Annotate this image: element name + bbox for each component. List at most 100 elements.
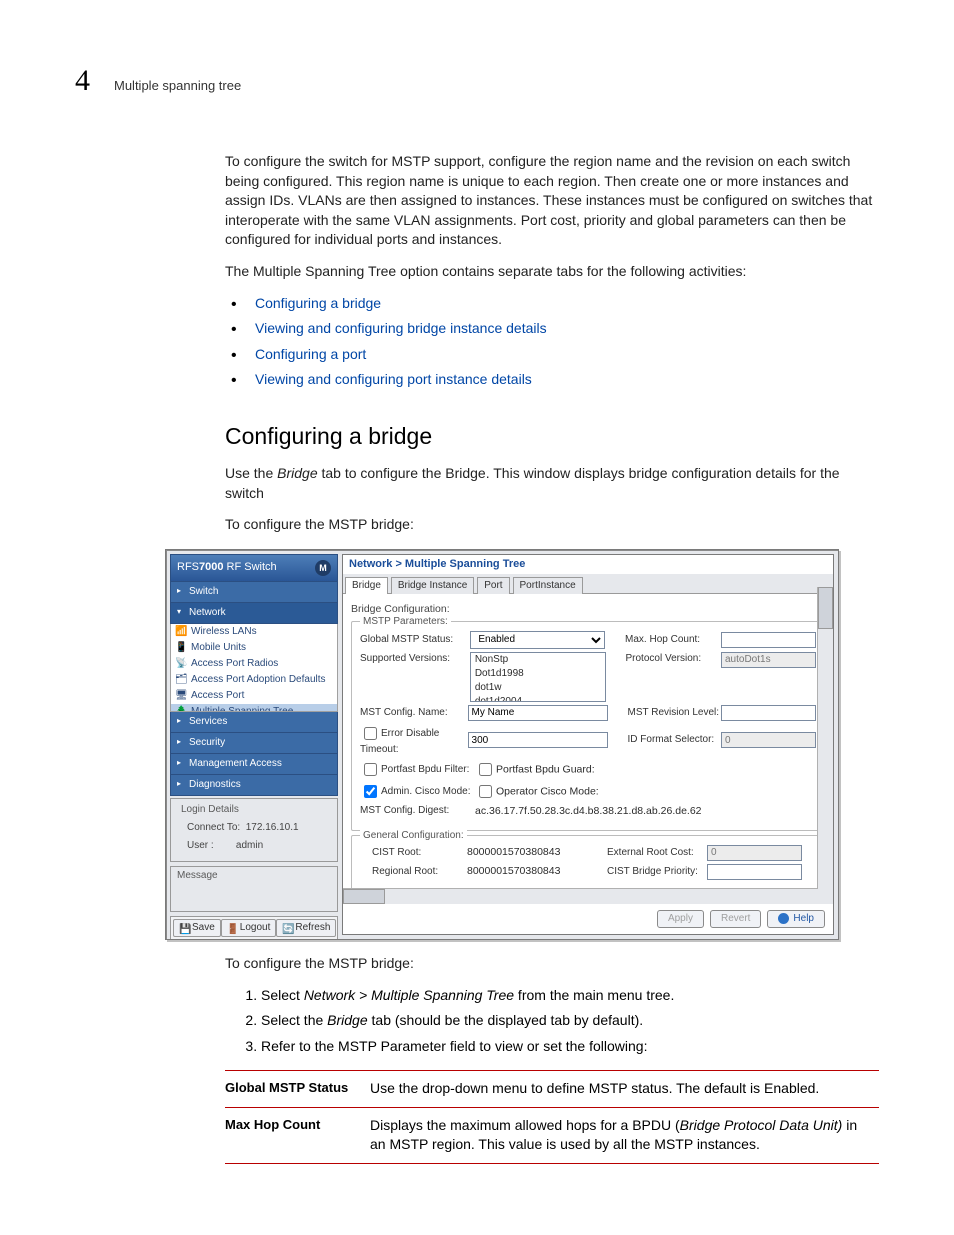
logout-icon: 🚪 (227, 923, 237, 933)
table-row: Global MSTP Status Use the drop-down men… (225, 1071, 879, 1108)
refresh-button[interactable]: 🔄Refresh (276, 919, 336, 937)
param-desc: Displays the maximum allowed hops for a … (370, 1107, 879, 1163)
table-row: Max Hop Count Displays the maximum allow… (225, 1107, 879, 1163)
list-item: Viewing and configuring bridge instance … (225, 319, 879, 339)
label-cist-bridge-priority: CIST Bridge Priority: (607, 865, 707, 879)
nav-services[interactable]: Services (170, 712, 338, 733)
nav-diagnostics[interactable]: Diagnostics (170, 775, 338, 796)
help-button[interactable]: Help (767, 910, 825, 928)
content-column: To configure the switch for MSTP support… (225, 152, 879, 1164)
label-oper-cisco: Operator Cisco Mode: (475, 782, 635, 801)
logout-button[interactable]: 🚪Logout (221, 919, 277, 937)
chapter-number: 4 (75, 60, 90, 102)
portfast-filter-checkbox[interactable] (364, 763, 377, 776)
error-disable-checkbox[interactable] (364, 727, 377, 740)
tree-icon: 🗂 (175, 673, 186, 684)
label-error-disable: Error Disable Timeout: (360, 724, 468, 757)
form-button-row: Apply Revert Help (657, 910, 825, 928)
list-item: Configuring a bridge (225, 294, 879, 314)
tree-item-adoption-defaults[interactable]: 🗂Access Port Adoption Defaults (171, 672, 337, 688)
tree-icon: 🖥 (175, 689, 186, 700)
tab-port-instance[interactable]: PortInstance (513, 577, 583, 594)
login-title: Login Details (177, 803, 331, 817)
error-disable-input[interactable] (468, 732, 608, 748)
mst-revision-input[interactable] (721, 705, 816, 721)
link-configuring-port[interactable]: Configuring a port (255, 346, 366, 362)
intro-paragraph-1: To configure the switch for MSTP support… (225, 152, 879, 250)
section-p2: To configure the MSTP bridge: (225, 515, 879, 535)
tab-bridge[interactable]: Bridge (345, 577, 388, 594)
refresh-icon: 🔄 (282, 923, 292, 933)
label-mst-config-name: MST Config. Name: (360, 706, 468, 720)
after-image-p1: To configure the MSTP bridge: (225, 954, 879, 974)
antenna-icon: 📡 (175, 657, 186, 668)
nav-management[interactable]: Management Access (170, 754, 338, 775)
nav-security[interactable]: Security (170, 733, 338, 754)
portfast-guard-checkbox[interactable] (479, 763, 492, 776)
vertical-scrollbar[interactable] (817, 587, 833, 904)
nav-tree[interactable]: 📶Wireless LANs 📱Mobile Units 📡Access Por… (170, 624, 338, 712)
label-mst-revision: MST Revision Level: (628, 706, 721, 720)
link-port-instance[interactable]: Viewing and configuring port instance de… (255, 371, 532, 387)
list-item: Viewing and configuring port instance de… (225, 370, 879, 390)
tab-bridge-instance[interactable]: Bridge Instance (391, 577, 475, 594)
tab-port[interactable]: Port (477, 577, 509, 594)
link-bridge-instance[interactable]: Viewing and configuring bridge instance … (255, 320, 547, 336)
label-portfast-guard: Portfast Bpdu Guard: (475, 760, 615, 779)
link-configuring-bridge[interactable]: Configuring a bridge (255, 295, 381, 311)
nav-network[interactable]: Network (170, 603, 338, 624)
label-id-format: ID Format Selector: (628, 733, 721, 747)
label-max-hop: Max. Hop Count: (625, 633, 721, 647)
admin-cisco-checkbox[interactable] (364, 785, 377, 798)
login-details-panel: Login Details Connect To: 172.16.10.1 Us… (170, 798, 338, 862)
message-title: Message (171, 867, 337, 885)
mst-digest-value: ac.36.17.7f.50.28.3c.d4.b8.38.21.d8.ab.2… (475, 804, 702, 819)
max-hop-input[interactable] (721, 632, 816, 648)
disk-icon: 💾 (179, 923, 189, 933)
revert-button[interactable]: Revert (710, 910, 761, 928)
save-button[interactable]: 💾Save (173, 919, 221, 937)
regional-root-value: 8000001570380843 (467, 864, 587, 879)
cist-bridge-priority-input[interactable] (707, 864, 802, 880)
supported-versions-list[interactable]: NonStp Dot1d1998 dot1w dot1d2004 (470, 652, 606, 702)
chapter-title: Multiple spanning tree (114, 77, 241, 95)
message-panel: Message (170, 866, 338, 912)
label-supported-versions: Supported Versions: (360, 652, 470, 666)
param-name: Global MSTP Status (225, 1071, 370, 1108)
general-configuration-fieldset: General Configuration: CIST Root: 800000… (351, 835, 825, 892)
tree-item-access-port[interactable]: 🖥Access Port (171, 688, 337, 704)
tree-item-mst[interactable]: 🌲Multiple Spanning Tree (171, 704, 337, 712)
help-icon (778, 913, 789, 924)
tree-item-wireless-lans[interactable]: 📶Wireless LANs (171, 624, 337, 640)
intro-paragraph-2: The Multiple Spanning Tree option contai… (225, 262, 879, 282)
external-root-cost-field (707, 845, 802, 861)
tree-icon: 📱 (175, 641, 186, 652)
horizontal-scrollbar[interactable] (343, 888, 818, 904)
label-external-root-cost: External Root Cost: (607, 846, 707, 860)
tree-item-mobile-units[interactable]: 📱Mobile Units (171, 640, 337, 656)
nav-switch[interactable]: Switch (170, 582, 338, 603)
oper-cisco-checkbox[interactable] (479, 785, 492, 798)
step-1: Select Network > Multiple Spanning Tree … (261, 986, 879, 1006)
param-name: Max Hop Count (225, 1107, 370, 1163)
global-status-select[interactable]: Enabled (470, 631, 605, 649)
label-cist-root: CIST Root: (372, 846, 467, 860)
cist-root-value: 8000001570380843 (467, 845, 587, 860)
list-item: Configuring a port (225, 345, 879, 365)
step-3: Refer to the MSTP Parameter field to vie… (261, 1037, 879, 1057)
tree-item-access-port-radios[interactable]: 📡Access Port Radios (171, 656, 337, 672)
label-mst-digest: MST Config. Digest: (360, 804, 475, 818)
page-header: 4 Multiple spanning tree (75, 60, 879, 102)
label-global-status: Global MSTP Status: (360, 633, 470, 647)
label-regional-root: Regional Root: (372, 865, 467, 879)
mst-config-name-input[interactable] (468, 705, 608, 721)
motorola-logo-icon: M (315, 560, 331, 576)
apply-button[interactable]: Apply (657, 910, 704, 928)
param-desc: Use the drop-down menu to define MSTP st… (370, 1071, 879, 1108)
breadcrumb: Network > Multiple Spanning Tree (343, 555, 833, 574)
protocol-version-field (721, 652, 816, 668)
tabbar: Bridge Bridge Instance Port PortInstance (343, 574, 833, 594)
app-left-pane: RFS7000 RF Switch M Switch Network 📶Wire… (170, 554, 338, 933)
mstp-parameters-fieldset: MSTP Parameters: Global MSTP Status: Ena… (351, 621, 825, 831)
label-portfast-filter: Portfast Bpdu Filter: (360, 760, 475, 779)
